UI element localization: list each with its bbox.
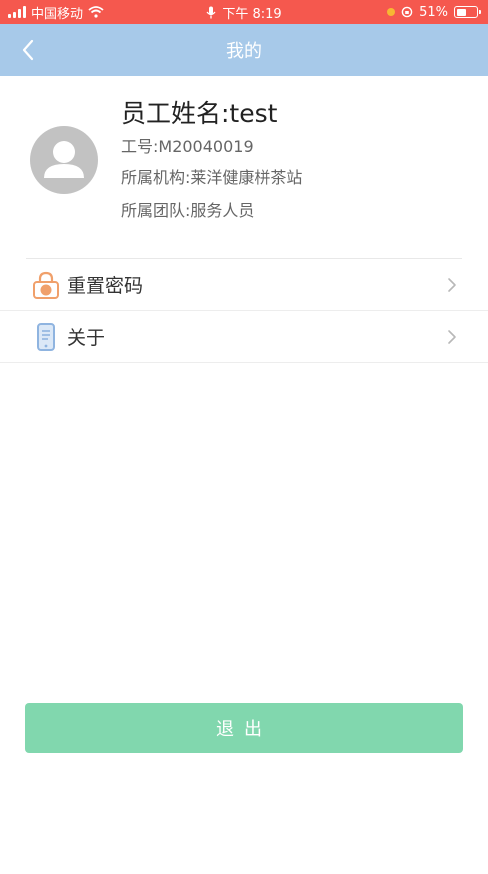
menu-item-reset-password[interactable]: 重置密码	[0, 259, 488, 311]
back-button[interactable]	[14, 36, 42, 64]
lock-icon	[33, 271, 59, 299]
status-right: 51%	[387, 0, 481, 24]
status-bar: 中国移动 下午 8:19 51%	[0, 0, 488, 24]
menu-item-label: 关于	[67, 327, 106, 349]
menu-item-about[interactable]: 关于	[0, 311, 488, 363]
chevron-right-icon	[448, 330, 456, 344]
user-avatar-icon	[30, 126, 98, 194]
employee-name: 员工姓名:test	[121, 99, 278, 128]
employee-team: 所属团队:服务人员	[121, 201, 255, 220]
rotation-lock-icon	[401, 6, 413, 18]
chevron-left-icon	[22, 39, 34, 61]
employee-id: 工号:M20040019	[121, 137, 254, 156]
battery-fill	[456, 8, 466, 16]
microphone-icon	[206, 6, 216, 18]
status-time: 下午 8:19	[222, 6, 282, 22]
chevron-right-icon	[448, 278, 456, 292]
battery-icon	[454, 6, 481, 18]
logout-button[interactable]: 退出	[25, 703, 463, 753]
menu-item-label: 重置密码	[67, 275, 144, 297]
recording-dot-icon	[387, 8, 396, 16]
page-title: 我的	[226, 41, 262, 62]
profile-card: 员工姓名:test 工号:M20040019 所属机构:莱洋健康栟茶站 所属团队…	[0, 76, 488, 256]
battery-percent: 51%	[419, 4, 448, 20]
phone-icon	[37, 323, 55, 351]
employee-organization: 所属机构:莱洋健康栟茶站	[121, 168, 303, 187]
nav-bar: 我的	[0, 24, 488, 76]
